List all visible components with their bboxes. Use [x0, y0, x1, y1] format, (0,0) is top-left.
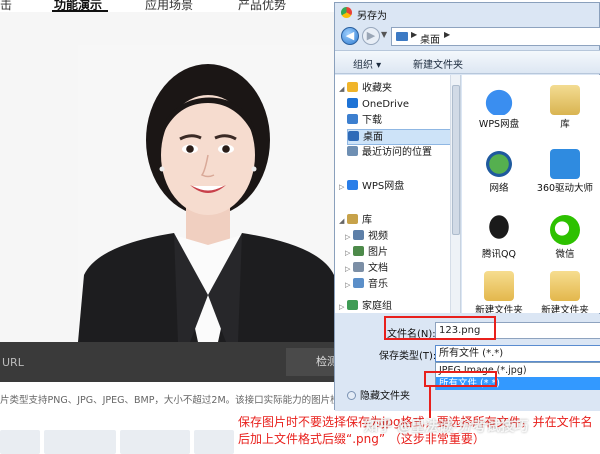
watermark: 知乎 @皇法诚·分考试技巧: [364, 419, 529, 435]
annotation-arrow: [429, 386, 431, 418]
